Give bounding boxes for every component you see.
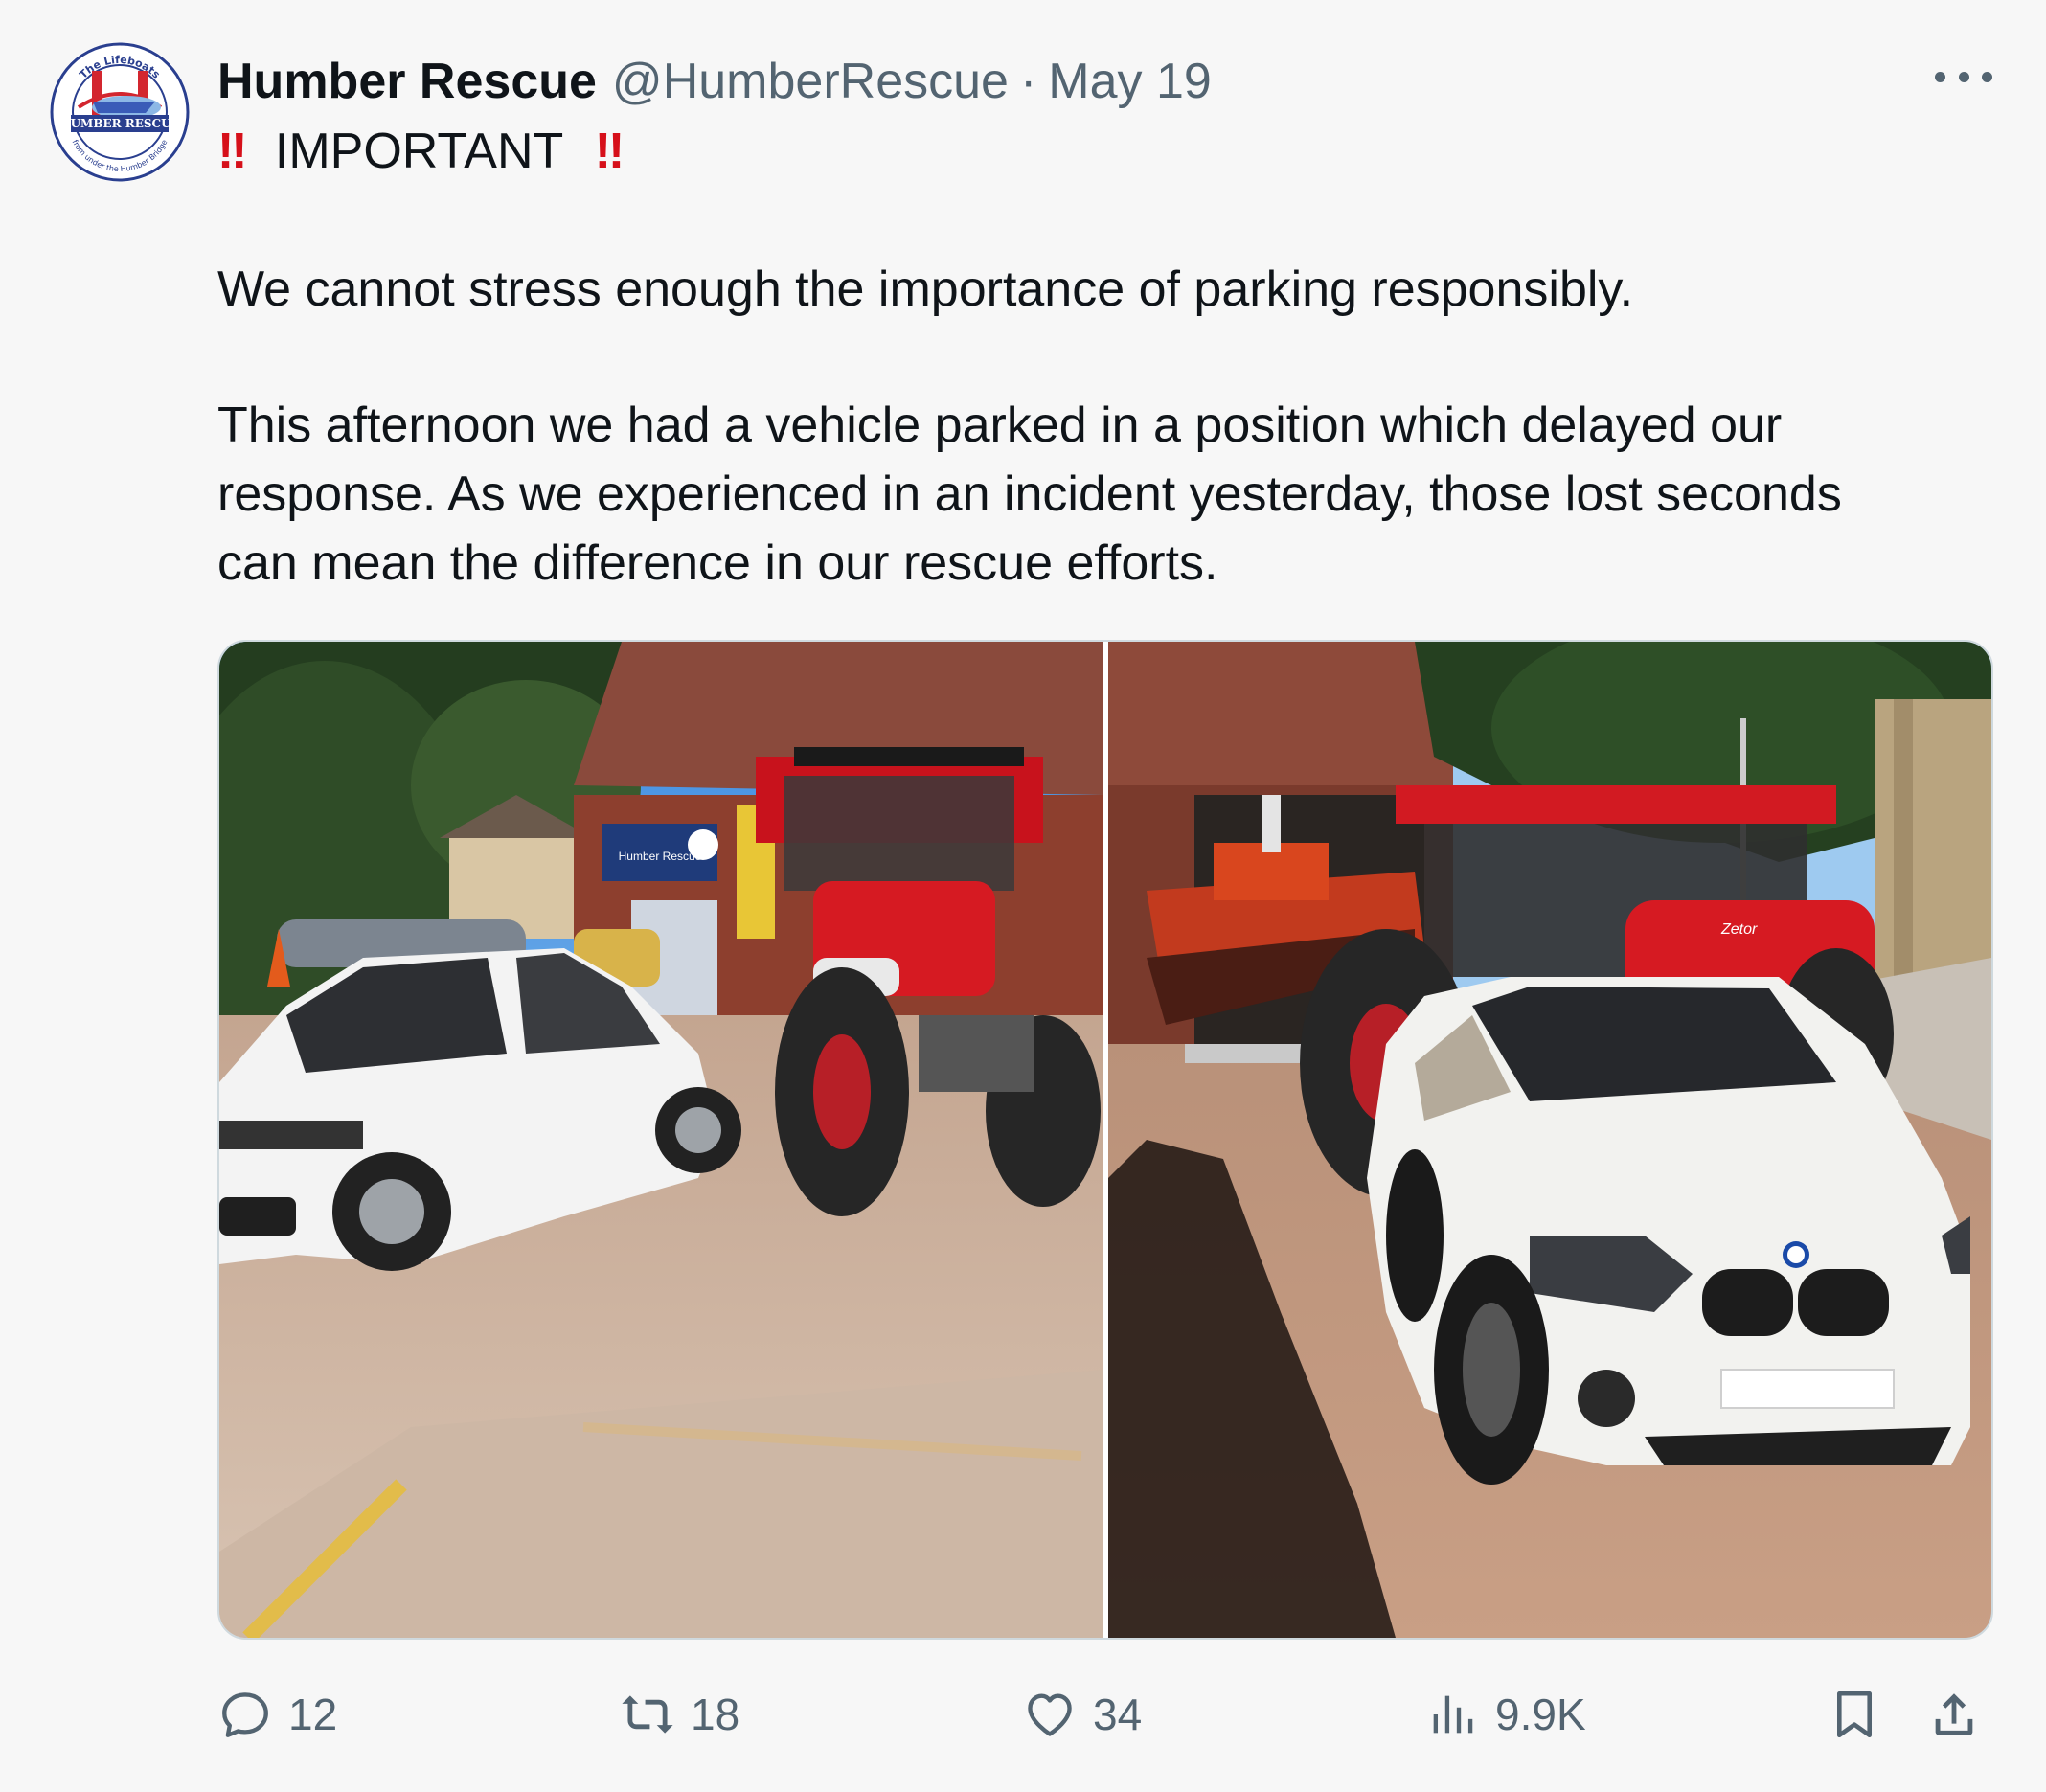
like-count: 34 [1093, 1690, 1143, 1739]
reply-icon [222, 1692, 268, 1737]
handle[interactable]: @HumberRescue [612, 53, 1009, 110]
tweet-headline-line: ‼ IMPORTANT ‼ [217, 117, 1970, 186]
tweet-header: Humber Rescue @HumberRescue · May 19 [217, 48, 1950, 115]
station-sign-text: Humber Rescue [619, 850, 702, 863]
like-icon [1028, 1693, 1072, 1736]
repost-count: 18 [691, 1690, 740, 1739]
share-button[interactable] [1926, 1686, 1997, 1743]
views-button[interactable]: 9.9K [1424, 1686, 1586, 1743]
post-date[interactable]: May 19 [1048, 53, 1212, 110]
reply-button[interactable]: 12 [217, 1686, 337, 1743]
repost-icon [622, 1695, 673, 1734]
views-icon [1433, 1695, 1473, 1734]
repost-button[interactable]: 18 [620, 1686, 739, 1743]
photo-left[interactable]: Humber Rescue [219, 642, 1103, 1638]
double-exclamation-icon: ‼ [217, 124, 247, 179]
views-count: 9.9K [1495, 1690, 1586, 1739]
tweet-paragraph-2-line: This afternoon we had a vehicle parked i… [217, 397, 1783, 453]
double-exclamation-icon: ‼ [594, 124, 625, 179]
media-grid: Humber Rescue Zetor [217, 640, 1993, 1640]
tweet: HUMBER RESCUE The Lifeboats from under t… [0, 0, 2046, 1792]
display-name[interactable]: Humber Rescue [217, 53, 597, 110]
tweet-paragraph-2: This afternoon we had a vehicle parked i… [217, 391, 1970, 598]
separator-dot: · [1019, 54, 1037, 109]
action-bar: 12 18 34 9.9K [217, 1686, 1989, 1743]
like-button[interactable]: 34 [1022, 1686, 1142, 1743]
tractor-brand-text: Zetor [1720, 921, 1758, 938]
avatar[interactable]: HUMBER RESCUE The Lifeboats from under t… [50, 42, 190, 182]
tweet-paragraph-2-line: can mean the difference in our rescue ef… [217, 535, 1218, 591]
avatar-banner-text: HUMBER RESCUE [59, 117, 179, 130]
photo-right[interactable]: Zetor [1108, 642, 1991, 1638]
bookmark-button[interactable] [1827, 1686, 1898, 1743]
tweet-paragraph-2-line: response. As we experienced in an incide… [217, 466, 1842, 522]
reply-count: 12 [288, 1690, 338, 1739]
more-icon[interactable] [1935, 57, 1992, 96]
tweet-paragraph-1: We cannot stress enough the importance o… [217, 261, 1634, 317]
tweet-headline: IMPORTANT [274, 124, 564, 179]
bookmark-icon [1836, 1690, 1873, 1738]
share-icon [1935, 1693, 1973, 1735]
